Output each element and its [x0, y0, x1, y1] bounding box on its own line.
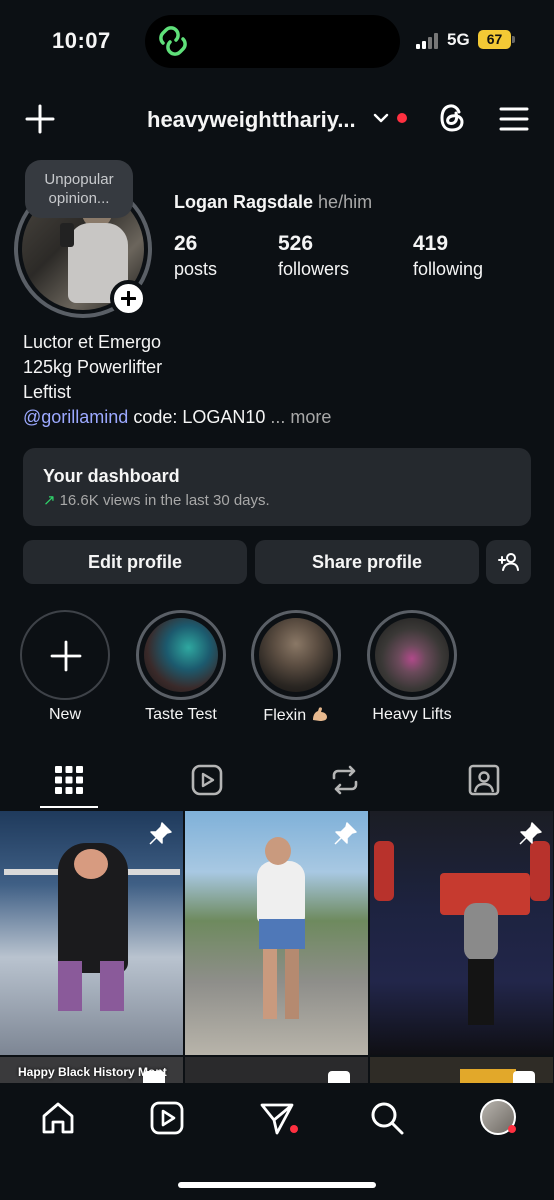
pronouns: he/him [318, 192, 373, 212]
highlight-label: Flexin [263, 707, 307, 724]
bio: Luctor et Emergo 125kg Powerlifter Lefti… [23, 330, 331, 430]
highlight-heavy-lifts[interactable]: Heavy Lifts [366, 610, 458, 724]
dynamic-island [145, 15, 400, 68]
plus-icon [50, 640, 82, 672]
dashboard-title: Your dashboard [43, 466, 180, 486]
full-name: Logan Ragsdale [174, 192, 314, 212]
signal-icon [416, 33, 440, 49]
highlight-ring [136, 610, 226, 700]
bio-line-mention: @gorillamind code: LOGAN10 ... more [23, 405, 331, 430]
stat-label: posts [174, 259, 218, 279]
active-tab-indicator [40, 806, 98, 808]
highlight-taste-test[interactable]: Taste Test [135, 610, 227, 724]
grid-icon[interactable] [52, 763, 86, 797]
reel-icon [143, 1071, 165, 1083]
highlight-label-row: Flexin [250, 706, 342, 725]
create-plus-icon[interactable] [24, 103, 56, 135]
network-type: 5G [447, 30, 470, 49]
tagged-icon[interactable] [467, 763, 501, 797]
reel-icon [513, 1071, 535, 1083]
status-bar: 10:07 5G 67 [0, 0, 554, 80]
stat-followers[interactable]: 526 followers [278, 232, 349, 282]
username-switcher[interactable]: heavyweightthariy... [147, 107, 356, 133]
post-thumbnail[interactable] [0, 811, 183, 1055]
add-story-button[interactable] [110, 280, 147, 317]
posts-grid: Happy Black History Mont [0, 811, 554, 1083]
bio-line: Luctor et Emergo [23, 332, 162, 352]
highlight-label: New [48, 706, 81, 723]
battery-icon: 67 [478, 30, 511, 49]
trend-up-icon: ↗ [43, 492, 56, 509]
highlight-cover [259, 618, 333, 692]
post-thumbnail[interactable] [185, 811, 368, 1055]
dashboard-views: 16.6K views in the last 30 days. [59, 492, 270, 509]
stat-value: 26 [174, 232, 198, 255]
highlight-ring [367, 610, 457, 700]
battery-tip [512, 36, 515, 43]
status-time: 10:07 [52, 28, 111, 53]
highlight-label: Taste Test [145, 706, 217, 723]
flexed-biceps-icon [312, 707, 327, 721]
more-link[interactable]: ... more [270, 407, 331, 427]
highlight-ring [251, 610, 341, 700]
profile-notification-dot [508, 1125, 516, 1133]
link-icon [159, 26, 187, 56]
home-icon[interactable] [39, 1099, 77, 1137]
bottom-nav [0, 1083, 554, 1200]
post-thumbnail[interactable] [370, 811, 553, 1055]
messages-notification-dot [290, 1125, 298, 1133]
discover-people-button[interactable] [486, 540, 531, 584]
threads-icon[interactable] [436, 101, 468, 135]
bio-code: code: LOGAN10 [128, 407, 266, 427]
post-thumbnail[interactable] [185, 1057, 368, 1083]
edit-profile-button[interactable]: Edit profile [23, 540, 247, 584]
pin-icon [334, 822, 357, 845]
bio-line: Leftist [23, 382, 72, 402]
bio-line: 125kg Powerlifter [23, 357, 163, 377]
stat-value: 526 [278, 232, 314, 255]
stat-following[interactable]: 419 following [413, 232, 483, 282]
reposts-icon[interactable] [328, 763, 362, 797]
profile-tabs [0, 755, 554, 810]
profile-header: heavyweightthariy... [0, 95, 554, 145]
post-thumbnail[interactable]: Happy Black History Mont [0, 1057, 183, 1083]
post-thumbnail[interactable] [370, 1057, 553, 1083]
notification-dot [397, 113, 407, 123]
highlight-flexin[interactable]: Flexin [250, 610, 342, 725]
add-person-icon [498, 553, 519, 571]
highlight-cover [144, 618, 218, 692]
home-indicator [178, 1182, 376, 1188]
highlight-new[interactable]: New [19, 610, 111, 724]
highlight-ring [20, 610, 110, 700]
reels-icon[interactable] [190, 763, 224, 797]
reels-nav-icon[interactable] [148, 1099, 186, 1137]
chevron-down-icon[interactable] [373, 112, 389, 124]
reel-icon [328, 1071, 350, 1083]
pin-icon [149, 822, 172, 845]
search-icon[interactable] [368, 1099, 406, 1137]
stat-label: followers [278, 259, 350, 279]
mention-link[interactable]: @gorillamind [23, 407, 128, 427]
highlight-label: Heavy Lifts [372, 706, 452, 723]
highlight-cover [375, 618, 449, 692]
pin-icon [519, 822, 542, 845]
dashboard-card[interactable]: Your dashboard ↗ 16.6K views in the last … [23, 448, 531, 526]
note-bubble[interactable]: Unpopular opinion... [25, 160, 133, 218]
profile-name: Logan Ragsdale he/him [174, 192, 372, 213]
stat-label: following [413, 259, 484, 279]
plus-icon [121, 291, 136, 306]
share-profile-button[interactable]: Share profile [255, 540, 479, 584]
stat-posts[interactable]: 26 posts [174, 232, 217, 282]
stat-value: 419 [413, 232, 449, 255]
menu-icon[interactable] [498, 105, 530, 133]
dashboard-subtitle: ↗ 16.6K views in the last 30 days. [43, 491, 270, 509]
